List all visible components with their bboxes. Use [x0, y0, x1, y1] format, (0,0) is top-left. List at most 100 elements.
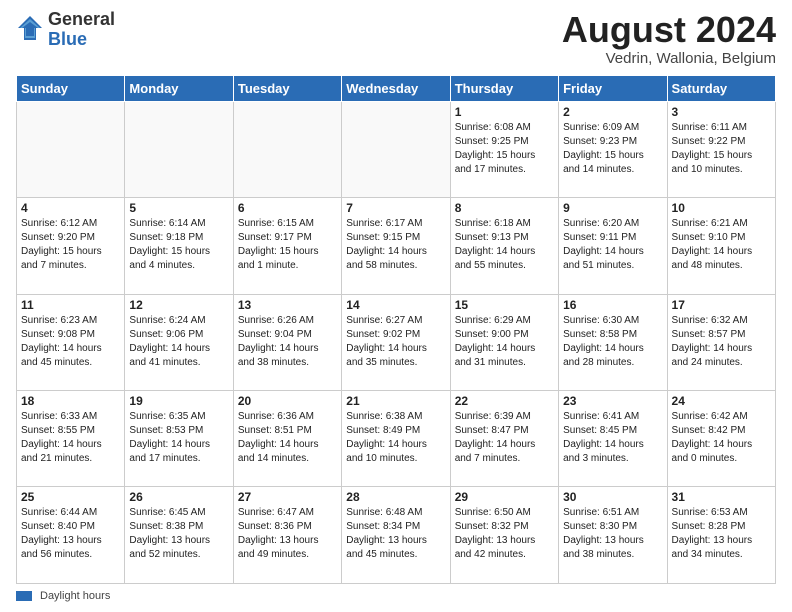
- cell-w3-d4: 14 Sunrise: 6:27 AM Sunset: 9:02 PM Dayli…: [342, 294, 450, 390]
- day-info-4: Sunrise: 6:12 AM Sunset: 9:20 PM Dayligh…: [21, 217, 120, 273]
- day-num-5: 5: [129, 201, 228, 215]
- cell-w4-d4: 21 Sunrise: 6:38 AM Sunset: 8:49 PM Dayli…: [342, 391, 450, 487]
- header-row: Sunday Monday Tuesday Wednesday Thursday…: [17, 75, 776, 101]
- day-num-8: 8: [455, 201, 554, 215]
- logo-blue-text: Blue: [48, 30, 115, 50]
- day-num-19: 19: [129, 394, 228, 408]
- day-num-26: 26: [129, 490, 228, 504]
- day-num-27: 27: [238, 490, 337, 504]
- cell-w2-d1: 4 Sunrise: 6:12 AM Sunset: 9:20 PM Daylig…: [17, 198, 125, 294]
- day-num-3: 3: [672, 105, 771, 119]
- day-info-5: Sunrise: 6:14 AM Sunset: 9:18 PM Dayligh…: [129, 217, 228, 273]
- day-info-8: Sunrise: 6:18 AM Sunset: 9:13 PM Dayligh…: [455, 217, 554, 273]
- day-info-24: Sunrise: 6:42 AM Sunset: 8:42 PM Dayligh…: [672, 410, 771, 466]
- day-info-13: Sunrise: 6:26 AM Sunset: 9:04 PM Dayligh…: [238, 314, 337, 370]
- day-info-21: Sunrise: 6:38 AM Sunset: 8:49 PM Dayligh…: [346, 410, 445, 466]
- day-info-7: Sunrise: 6:17 AM Sunset: 9:15 PM Dayligh…: [346, 217, 445, 273]
- cell-w5-d2: 26Sunrise: 6:45 AM Sunset: 8:38 PM Dayli…: [125, 487, 233, 584]
- week-row-3: 11Sunrise: 6:23 AM Sunset: 9:08 PM Dayli…: [17, 294, 776, 390]
- day-info-6: Sunrise: 6:15 AM Sunset: 9:17 PM Dayligh…: [238, 217, 337, 273]
- col-wednesday: Wednesday: [342, 75, 450, 101]
- day-num-30: 30: [563, 490, 662, 504]
- day-info-14: Sunrise: 6:27 AM Sunset: 9:02 PM Dayligh…: [346, 314, 445, 370]
- legend-box: [16, 591, 32, 601]
- day-info-15: Sunrise: 6:29 AM Sunset: 9:00 PM Dayligh…: [455, 314, 554, 370]
- cell-w5-d4: 28 Sunrise: 6:48 AM Sunset: 8:34 PM Dayli…: [342, 487, 450, 584]
- day-info-22: Sunrise: 6:39 AM Sunset: 8:47 PM Dayligh…: [455, 410, 554, 466]
- day-num-13: 13: [238, 298, 337, 312]
- day-num-28: 28: [346, 490, 445, 504]
- cell-w3-d1: 11Sunrise: 6:23 AM Sunset: 9:08 PM Dayli…: [17, 294, 125, 390]
- col-thursday: Thursday: [450, 75, 558, 101]
- col-saturday: Saturday: [667, 75, 775, 101]
- month-title: August 2024: [562, 10, 776, 50]
- logo: General Blue: [16, 10, 115, 50]
- day-num-17: 17: [672, 298, 771, 312]
- week-row-1: 1 Sunrise: 6:08 AM Sunset: 9:25 PM Daylig…: [17, 101, 776, 197]
- col-tuesday: Tuesday: [233, 75, 341, 101]
- cell-w5-d6: 30 Sunrise: 6:51 AM Sunset: 8:30 PM Dayli…: [559, 487, 667, 584]
- day-num-10: 10: [672, 201, 771, 215]
- day-info-1: Sunrise: 6:08 AM Sunset: 9:25 PM Dayligh…: [455, 121, 554, 177]
- col-sunday: Sunday: [17, 75, 125, 101]
- col-monday: Monday: [125, 75, 233, 101]
- cell-w4-d6: 23Sunrise: 6:41 AM Sunset: 8:45 PM Dayli…: [559, 391, 667, 487]
- day-num-1: 1: [455, 105, 554, 119]
- cell-w2-d4: 7 Sunrise: 6:17 AM Sunset: 9:15 PM Daylig…: [342, 198, 450, 294]
- day-num-21: 21: [346, 394, 445, 408]
- day-info-9: Sunrise: 6:20 AM Sunset: 9:11 PM Dayligh…: [563, 217, 662, 273]
- day-num-2: 2: [563, 105, 662, 119]
- cell-w1-d3: [233, 101, 341, 197]
- calendar-header: Sunday Monday Tuesday Wednesday Thursday…: [17, 75, 776, 101]
- day-num-18: 18: [21, 394, 120, 408]
- day-info-28: Sunrise: 6:48 AM Sunset: 8:34 PM Dayligh…: [346, 506, 445, 562]
- day-num-14: 14: [346, 298, 445, 312]
- cell-w1-d7: 3 Sunrise: 6:11 AM Sunset: 9:22 PM Daylig…: [667, 101, 775, 197]
- day-num-29: 29: [455, 490, 554, 504]
- logo-icon: [16, 14, 44, 42]
- day-num-24: 24: [672, 394, 771, 408]
- day-num-20: 20: [238, 394, 337, 408]
- cell-w3-d5: 15 Sunrise: 6:29 AM Sunset: 9:00 PM Dayli…: [450, 294, 558, 390]
- day-num-15: 15: [455, 298, 554, 312]
- day-info-27: Sunrise: 6:47 AM Sunset: 8:36 PM Dayligh…: [238, 506, 337, 562]
- cell-w1-d5: 1 Sunrise: 6:08 AM Sunset: 9:25 PM Daylig…: [450, 101, 558, 197]
- week-row-5: 25Sunrise: 6:44 AM Sunset: 8:40 PM Dayli…: [17, 487, 776, 584]
- cell-w3-d2: 12Sunrise: 6:24 AM Sunset: 9:06 PM Dayli…: [125, 294, 233, 390]
- day-info-23: Sunrise: 6:41 AM Sunset: 8:45 PM Dayligh…: [563, 410, 662, 466]
- cell-w5-d7: 31Sunrise: 6:53 AM Sunset: 8:28 PM Dayli…: [667, 487, 775, 584]
- cell-w4-d5: 22 Sunrise: 6:39 AM Sunset: 8:47 PM Dayli…: [450, 391, 558, 487]
- day-num-4: 4: [21, 201, 120, 215]
- cell-w2-d2: 5 Sunrise: 6:14 AM Sunset: 9:18 PM Daylig…: [125, 198, 233, 294]
- header: General Blue August 2024 Vedrin, Walloni…: [16, 10, 776, 67]
- cell-w4-d1: 18 Sunrise: 6:33 AM Sunset: 8:55 PM Dayli…: [17, 391, 125, 487]
- day-info-10: Sunrise: 6:21 AM Sunset: 9:10 PM Dayligh…: [672, 217, 771, 273]
- cell-w4-d3: 20 Sunrise: 6:36 AM Sunset: 8:51 PM Dayli…: [233, 391, 341, 487]
- day-info-17: Sunrise: 6:32 AM Sunset: 8:57 PM Dayligh…: [672, 314, 771, 370]
- day-info-29: Sunrise: 6:50 AM Sunset: 8:32 PM Dayligh…: [455, 506, 554, 562]
- day-num-6: 6: [238, 201, 337, 215]
- day-info-31: Sunrise: 6:53 AM Sunset: 8:28 PM Dayligh…: [672, 506, 771, 562]
- cell-w1-d2: [125, 101, 233, 197]
- footer-legend-text: Daylight hours: [40, 590, 110, 602]
- cell-w5-d5: 29 Sunrise: 6:50 AM Sunset: 8:32 PM Dayli…: [450, 487, 558, 584]
- cell-w5-d1: 25Sunrise: 6:44 AM Sunset: 8:40 PM Dayli…: [17, 487, 125, 584]
- day-info-18: Sunrise: 6:33 AM Sunset: 8:55 PM Dayligh…: [21, 410, 120, 466]
- cell-w1-d6: 2Sunrise: 6:09 AM Sunset: 9:23 PM Daylig…: [559, 101, 667, 197]
- logo-text: General Blue: [48, 10, 115, 50]
- day-info-25: Sunrise: 6:44 AM Sunset: 8:40 PM Dayligh…: [21, 506, 120, 562]
- day-num-22: 22: [455, 394, 554, 408]
- cell-w1-d4: [342, 101, 450, 197]
- day-num-7: 7: [346, 201, 445, 215]
- day-info-20: Sunrise: 6:36 AM Sunset: 8:51 PM Dayligh…: [238, 410, 337, 466]
- cell-w2-d7: 10 Sunrise: 6:21 AM Sunset: 9:10 PM Dayli…: [667, 198, 775, 294]
- cell-w5-d3: 27 Sunrise: 6:47 AM Sunset: 8:36 PM Dayli…: [233, 487, 341, 584]
- col-friday: Friday: [559, 75, 667, 101]
- cell-w3-d6: 16Sunrise: 6:30 AM Sunset: 8:58 PM Dayli…: [559, 294, 667, 390]
- day-num-11: 11: [21, 298, 120, 312]
- day-info-3: Sunrise: 6:11 AM Sunset: 9:22 PM Dayligh…: [672, 121, 771, 177]
- footer: Daylight hours: [16, 590, 776, 602]
- day-info-30: Sunrise: 6:51 AM Sunset: 8:30 PM Dayligh…: [563, 506, 662, 562]
- day-info-12: Sunrise: 6:24 AM Sunset: 9:06 PM Dayligh…: [129, 314, 228, 370]
- calendar-body: 1 Sunrise: 6:08 AM Sunset: 9:25 PM Daylig…: [17, 101, 776, 583]
